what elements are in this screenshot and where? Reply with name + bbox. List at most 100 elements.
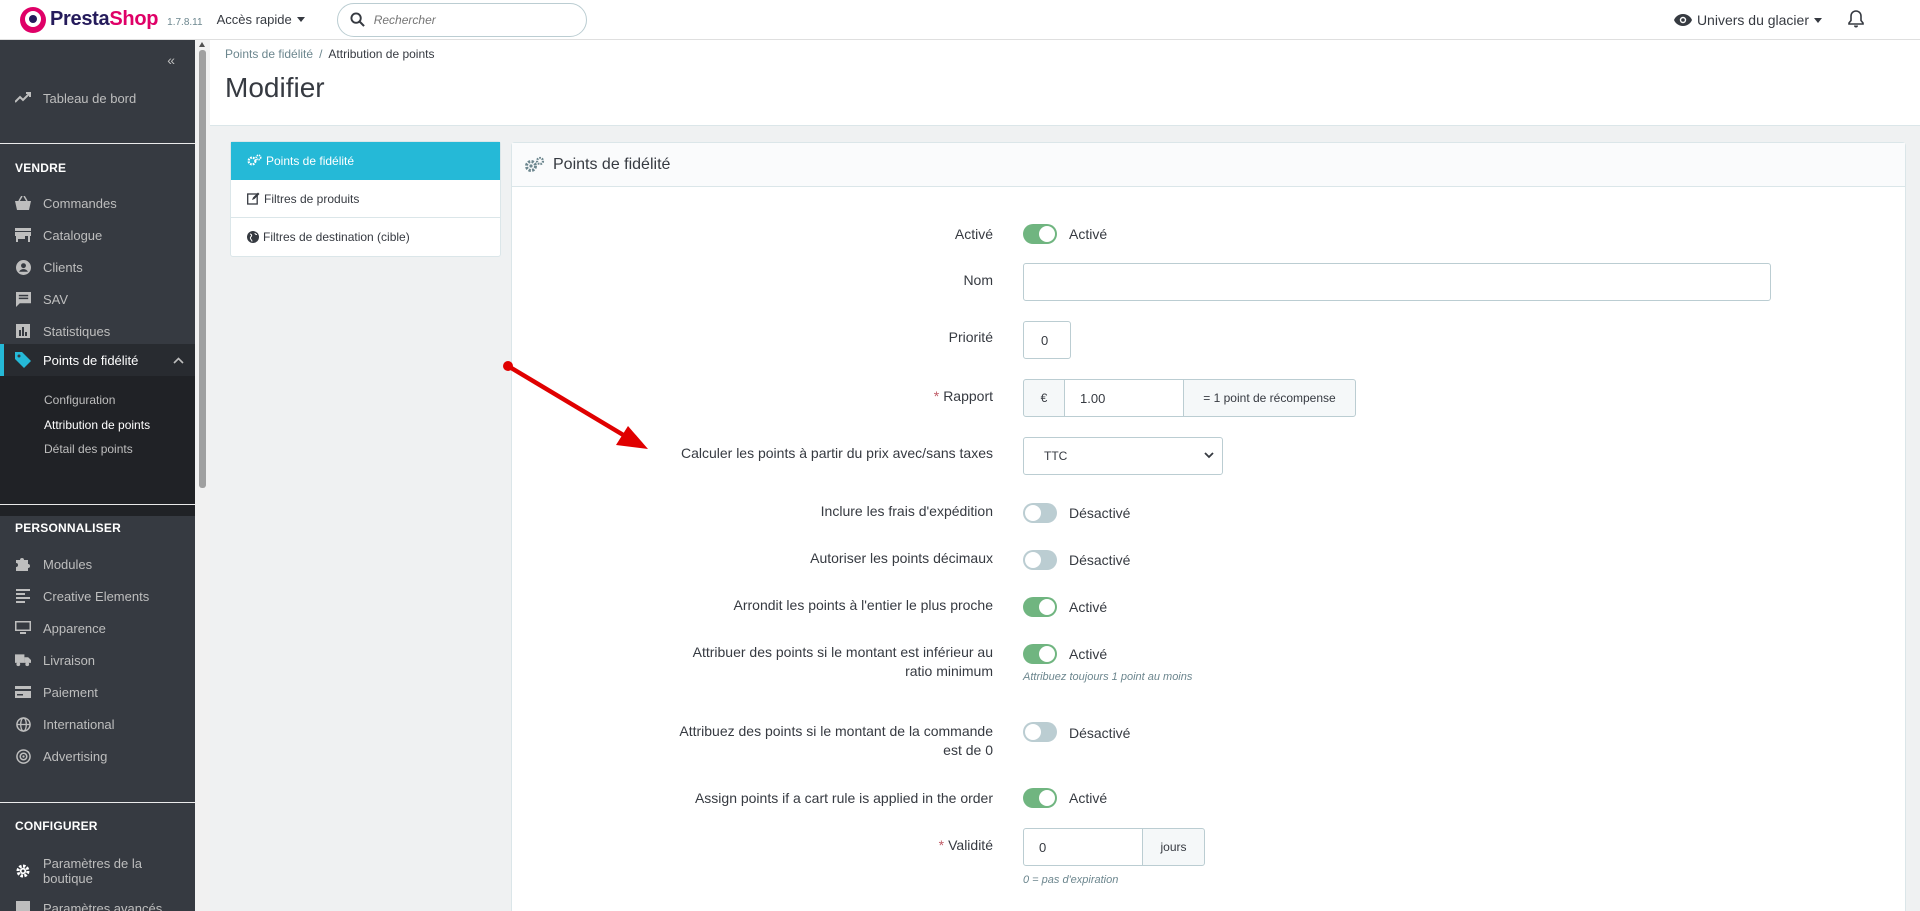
sidebar-item-advertising[interactable]: Advertising <box>15 746 107 766</box>
sidebar-item-label: SAV <box>43 291 69 307</box>
top-header: PrestaShop 1.7.8.11 Accès rapide Univers… <box>0 0 1920 40</box>
tab-label: Points de fidélité <box>266 153 355 168</box>
validity-label-text: Validité <box>948 837 993 853</box>
page-head <box>210 40 1920 126</box>
gears-icon <box>524 156 545 174</box>
tab-destination-filters[interactable]: Filtres de destination (cible) <box>231 218 500 256</box>
view-shop-link[interactable]: Univers du glacier <box>1673 12 1822 28</box>
min-ratio-state: Activé <box>1069 646 1108 662</box>
sidebar-item-label: Statistiques <box>43 323 111 339</box>
required-asterisk: * <box>933 388 940 404</box>
sidebar-item-customers[interactable]: Clients <box>15 257 83 277</box>
prestashop-logo[interactable]: PrestaShop <box>20 6 158 33</box>
switch-knob <box>1039 226 1055 242</box>
priority-input[interactable] <box>1024 322 1070 358</box>
zero-amount-state: Désactivé <box>1069 725 1131 741</box>
name-input[interactable] <box>1024 264 1770 300</box>
min-ratio-help: Attribuez toujours 1 point au moins <box>1023 671 1193 683</box>
caret-down-icon <box>1814 17 1822 23</box>
submenu-points-attribution[interactable]: Attribution de points <box>44 418 150 432</box>
sidebar-item-shipping[interactable]: Livraison <box>15 650 95 670</box>
breadcrumb-separator: / <box>319 47 323 61</box>
sidebar-item-creative-elements[interactable]: Creative Elements <box>15 586 149 606</box>
shipping-switch[interactable] <box>1023 503 1057 523</box>
ratio-suffix-addon: = 1 point de récompense <box>1183 379 1356 417</box>
cart-rule-state: Activé <box>1069 790 1108 806</box>
active-switch[interactable] <box>1023 224 1057 244</box>
section-customize: PERSONNALISER <box>15 521 121 535</box>
switch-knob <box>1039 790 1055 806</box>
cart-rule-switch[interactable] <box>1023 788 1057 808</box>
panel-header: Points de fidélité <box>512 143 1905 187</box>
chevron-down-icon <box>1204 452 1214 459</box>
priority-field[interactable] <box>1023 321 1071 359</box>
active-label: Activé <box>954 226 993 242</box>
round-switch[interactable] <box>1023 597 1057 617</box>
zero-amount-switch[interactable] <box>1023 722 1057 742</box>
scrollbar-thumb[interactable] <box>199 50 206 488</box>
validity-input[interactable] <box>1024 829 1142 865</box>
panel-title: Points de fidélité <box>553 155 671 173</box>
sidebar-item-shop-settings[interactable]: Paramètres de la boutique <box>15 854 153 888</box>
ratio-input[interactable] <box>1065 380 1183 416</box>
page-title: Modifier <box>225 72 325 103</box>
tax-select[interactable]: TTC <box>1023 437 1223 475</box>
min-ratio-switch[interactable] <box>1023 644 1057 664</box>
sidebar-item-sav[interactable]: SAV <box>15 289 68 309</box>
sidebar-item-modules[interactable]: Modules <box>15 554 92 574</box>
submenu-points-detail[interactable]: Détail des points <box>44 442 133 456</box>
name-field[interactable] <box>1023 263 1771 301</box>
switch-knob <box>1039 646 1055 662</box>
sidebar: « Tableau de bord VENDRE Commandes Catal… <box>0 40 195 911</box>
min-ratio-label: Attribuer des points si le montant est i… <box>493 643 993 681</box>
sidebar-item-label: Livraison <box>43 652 96 668</box>
validity-label: * Validité <box>493 836 993 855</box>
eye-icon <box>1673 14 1692 26</box>
round-label: Arrondit les points à l'entier le plus p… <box>733 597 993 613</box>
target-icon <box>15 748 31 764</box>
credit-card-icon <box>15 684 31 700</box>
quick-access-dropdown[interactable]: Accès rapide <box>217 12 305 27</box>
tab-product-filters[interactable]: Filtres de produits <box>231 180 500 218</box>
validity-help: 0 = pas d'expiration <box>1023 874 1119 886</box>
basket-icon <box>15 195 31 211</box>
decimal-switch[interactable] <box>1023 550 1057 570</box>
quick-access-label: Accès rapide <box>216 12 292 27</box>
chat-icon <box>15 291 31 307</box>
collapse-sidebar-icon[interactable]: « <box>167 52 175 68</box>
scroll-up-arrow-icon[interactable] <box>199 42 205 47</box>
sidebar-item-catalog[interactable]: Catalogue <box>15 225 102 245</box>
sidebar-item-international[interactable]: International <box>15 714 115 734</box>
tab-label: Filtres de produits <box>264 191 360 206</box>
priority-label: Priorité <box>948 329 993 345</box>
sidebar-item-payment[interactable]: Paiement <box>15 682 98 702</box>
sidebar-item-loyalty[interactable]: Points de fidélité <box>15 350 138 370</box>
sidebar-item-dashboard[interactable]: Tableau de bord <box>15 88 136 108</box>
shipping-state: Désactivé <box>1069 505 1131 521</box>
account-circle-icon <box>15 259 31 275</box>
search-box[interactable] <box>336 2 587 37</box>
sidebar-item-appearance[interactable]: Apparence <box>15 618 106 638</box>
decimal-label: Autoriser les points décimaux <box>810 550 993 566</box>
tab-label: Filtres de destination (cible) <box>263 230 410 244</box>
sidebar-item-label: Paiement <box>43 684 98 700</box>
shop-name: Univers du glacier <box>1696 12 1809 28</box>
search-input[interactable] <box>373 12 564 27</box>
gear-icon <box>15 863 31 879</box>
tab-loyalty-points[interactable]: Points de fidélité <box>231 142 500 180</box>
sidebar-item-stats[interactable]: Statistiques <box>15 321 110 341</box>
submenu-configuration[interactable]: Configuration <box>44 393 115 407</box>
required-asterisk: * <box>938 837 945 853</box>
notifications-button[interactable] <box>1848 9 1864 31</box>
chevron-up-icon <box>173 357 184 364</box>
sidebar-item-label: Catalogue <box>43 227 103 243</box>
validity-field[interactable] <box>1023 828 1143 866</box>
trending-up-icon <box>15 90 31 106</box>
sidebar-scrollbar[interactable] <box>195 40 210 911</box>
sidebar-item-label: Commandes <box>43 195 117 211</box>
breadcrumb-current: Attribution de points <box>328 47 435 61</box>
sidebar-item-advanced-settings[interactable]: Paramètres avancés <box>15 898 162 911</box>
breadcrumb-parent[interactable]: Points de fidélité <box>225 47 313 61</box>
sidebar-item-orders[interactable]: Commandes <box>15 193 117 213</box>
ratio-field[interactable] <box>1064 379 1184 417</box>
